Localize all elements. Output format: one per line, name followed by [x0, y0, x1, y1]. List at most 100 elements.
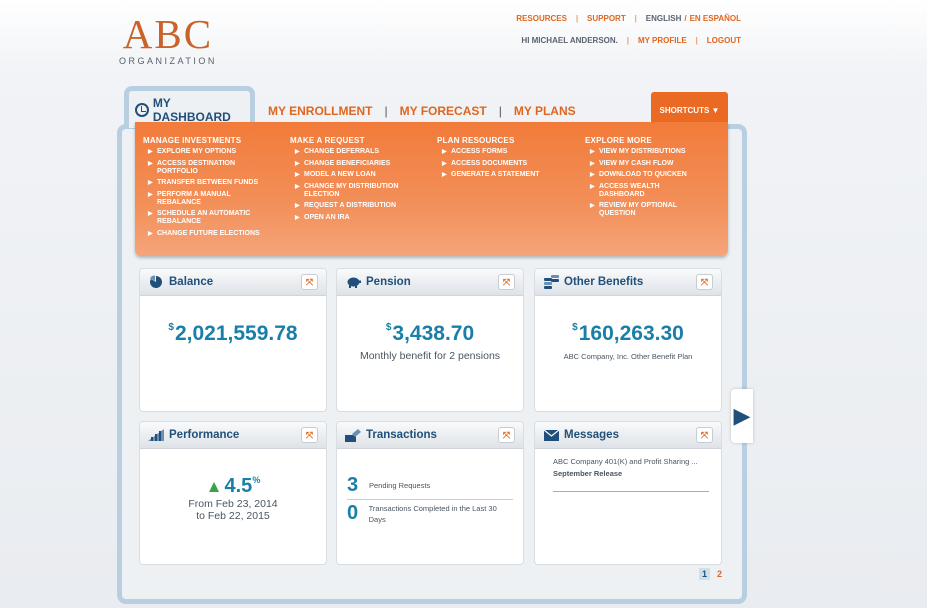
card-header: Other Benefits ⤧: [535, 269, 721, 296]
percent-unit: %: [252, 475, 261, 485]
menu-item[interactable]: EXPLORE MY OPTIONS: [143, 148, 261, 156]
shortcuts-menu: MANAGE INVESTMENTS EXPLORE MY OPTIONS AC…: [135, 122, 728, 256]
tab-my-forecast[interactable]: MY FORECAST: [400, 104, 487, 118]
menu-item[interactable]: REQUEST A DISTRIBUTION: [290, 202, 408, 210]
page-1-button[interactable]: 1: [699, 568, 710, 580]
message-subject: ABC Company 401(K) and Profit Sharing ..…: [553, 457, 698, 466]
card-title: Transactions: [366, 429, 437, 441]
menu-item[interactable]: MODEL A NEW LOAN: [290, 171, 408, 179]
my-profile-link[interactable]: MY PROFILE: [638, 36, 687, 45]
messages-card: Messages ⤧ ABC Company 401(K) and Profit…: [534, 421, 722, 565]
balance-amount: $2,021,559.78: [140, 322, 326, 346]
expand-icon[interactable]: ⤧: [301, 427, 318, 443]
tab-bar: MY DASHBOARD MY ENROLLMENT | MY FORECAST…: [124, 86, 730, 128]
menu-item[interactable]: ACCESS FORMS: [437, 148, 555, 156]
resources-link[interactable]: RESOURCES: [516, 14, 567, 23]
card-title: Performance: [169, 429, 240, 441]
logo-sub: ORGANIZATION: [119, 56, 217, 66]
menu-item[interactable]: VIEW MY DISTRIBUTIONS: [585, 148, 703, 156]
next-page-button[interactable]: ▶: [731, 389, 753, 443]
logo[interactable]: ABC ORGANIZATION: [119, 14, 217, 67]
tab-my-enrollment[interactable]: MY ENROLLMENT: [268, 104, 372, 118]
support-link[interactable]: SUPPORT: [587, 14, 626, 23]
menu-item[interactable]: REVIEW MY OPTIONAL QUESTION: [585, 202, 703, 218]
card-title: Pension: [366, 276, 411, 288]
expand-icon[interactable]: ⤧: [301, 274, 318, 290]
divider: |: [575, 13, 579, 23]
expand-icon[interactable]: ⤧: [498, 427, 515, 443]
amount-value: 3,438.70: [392, 322, 475, 345]
performance-from: From Feb 23, 2014: [188, 498, 278, 510]
menu-item[interactable]: CHANGE DEFERRALS: [290, 148, 408, 156]
menu-column-explore-more: EXPLORE MORE VIEW MY DISTRIBUTIONS VIEW …: [585, 136, 703, 222]
amount-value: 160,263.30: [578, 322, 684, 345]
menu-heading: MAKE A REQUEST: [290, 136, 365, 145]
completed-label: Transactions Completed in the Last 30 Da…: [368, 503, 497, 524]
menu-item[interactable]: SCHEDULE AN AUTOMATIC REBALANCE: [143, 210, 261, 226]
pension-amount: $3,438.70: [337, 322, 523, 346]
menu-item[interactable]: OPEN AN IRA: [290, 214, 408, 222]
other-benefits-subtitle: ABC Company, Inc. Other Benefit Plan: [563, 352, 693, 361]
card-title: Messages: [564, 429, 619, 441]
other-benefits-card: Other Benefits ⤧ $160,263.30 ABC Company…: [534, 268, 722, 412]
tab-list: MY ENROLLMENT | MY FORECAST | MY PLANS: [268, 104, 576, 118]
performance-body: ▲ 4.5% From Feb 23, 2014 to Feb 22, 2015: [140, 475, 326, 522]
espanol-link[interactable]: EN ESPAÑOL: [690, 14, 741, 23]
card-header: Balance ⤧: [140, 269, 326, 296]
menu-item[interactable]: ACCESS WEALTH DASHBOARD: [585, 183, 703, 199]
pension-card: Pension ⤧ $3,438.70 Monthly benefit for …: [336, 268, 524, 412]
coins-stack-icon: [543, 275, 559, 289]
amount-value: 2,021,559.78: [174, 322, 298, 345]
completed-row[interactable]: 0 Transactions Completed in the Last 30 …: [347, 502, 513, 525]
menu-item[interactable]: TRANSFER BETWEEN FUNDS: [143, 179, 261, 187]
menu-item[interactable]: ACCESS DESTINATION PORTFOLIO: [143, 160, 261, 176]
menu-item[interactable]: GENERATE A STATEMENT: [437, 171, 555, 179]
divider: /: [684, 13, 687, 23]
menu-item[interactable]: ACCESS DOCUMENTS: [437, 160, 555, 168]
transactions-card: Transactions ⤧ 3 Pending Requests 0 Tran…: [336, 421, 524, 565]
piggy-bank-icon: [345, 276, 361, 289]
menu-heading: EXPLORE MORE: [585, 136, 652, 145]
tab-label: MY DASHBOARD: [152, 95, 231, 124]
percent-value: 4.5: [224, 475, 253, 497]
tab-my-plans[interactable]: MY PLANS: [514, 104, 576, 118]
menu-item[interactable]: PERFORM A MANUAL REBALANCE: [143, 191, 261, 207]
logout-link[interactable]: LOGOUT: [707, 36, 741, 45]
expand-icon[interactable]: ⤧: [696, 427, 713, 443]
divider: |: [384, 104, 388, 118]
up-arrow-icon: ▲: [205, 477, 223, 496]
menu-item[interactable]: DOWNLOAD TO QUICKEN: [585, 171, 703, 179]
english-label: ENGLISH: [645, 13, 682, 23]
expand-icon[interactable]: ⤧: [696, 274, 713, 290]
pending-row[interactable]: 3 Pending Requests: [347, 474, 513, 497]
currency-symbol: $: [572, 322, 578, 333]
greeting: HI MICHAEL ANDERSON.: [521, 35, 618, 45]
performance-card: Performance ⤧ ▲ 4.5% From Feb 23, 2014 to…: [139, 421, 327, 565]
completed-count: 0: [347, 502, 359, 524]
divider: |: [695, 35, 698, 45]
menu-item[interactable]: CHANGE MY DISTRIBUTION ELECTION: [290, 183, 408, 199]
chevron-right-icon: ▶: [733, 403, 751, 428]
menu-item[interactable]: CHANGE BENEFICIARIES: [290, 160, 408, 168]
menu-item[interactable]: CHANGE FUTURE ELECTIONS: [143, 230, 261, 238]
message-title: September Release: [553, 469, 623, 478]
chart-icon: [148, 429, 164, 442]
menu-heading: MANAGE INVESTMENTS: [143, 136, 242, 145]
card-title: Other Benefits: [564, 276, 644, 288]
menu-column-make-a-request: MAKE A REQUEST CHANGE DEFERRALS CHANGE B…: [290, 136, 408, 225]
divider: |: [634, 13, 637, 23]
expand-icon[interactable]: ⤧: [498, 274, 515, 290]
dashboard-icon: [135, 102, 149, 117]
pension-subtitle: Monthly benefit for 2 pensions: [359, 350, 501, 362]
pagination: 1 2: [699, 568, 725, 580]
divider: |: [626, 35, 629, 45]
card-header: Performance ⤧: [140, 422, 326, 449]
page-2-button[interactable]: 2: [714, 568, 725, 580]
divider: |: [498, 104, 502, 118]
divider: [553, 491, 709, 492]
menu-item[interactable]: VIEW MY CASH FLOW: [585, 160, 703, 168]
performance-value: ▲ 4.5%: [140, 475, 326, 498]
currency-symbol: $: [168, 322, 174, 333]
card-title: Balance: [169, 276, 214, 288]
message-item[interactable]: ABC Company 401(K) and Profit Sharing ..…: [535, 449, 721, 492]
